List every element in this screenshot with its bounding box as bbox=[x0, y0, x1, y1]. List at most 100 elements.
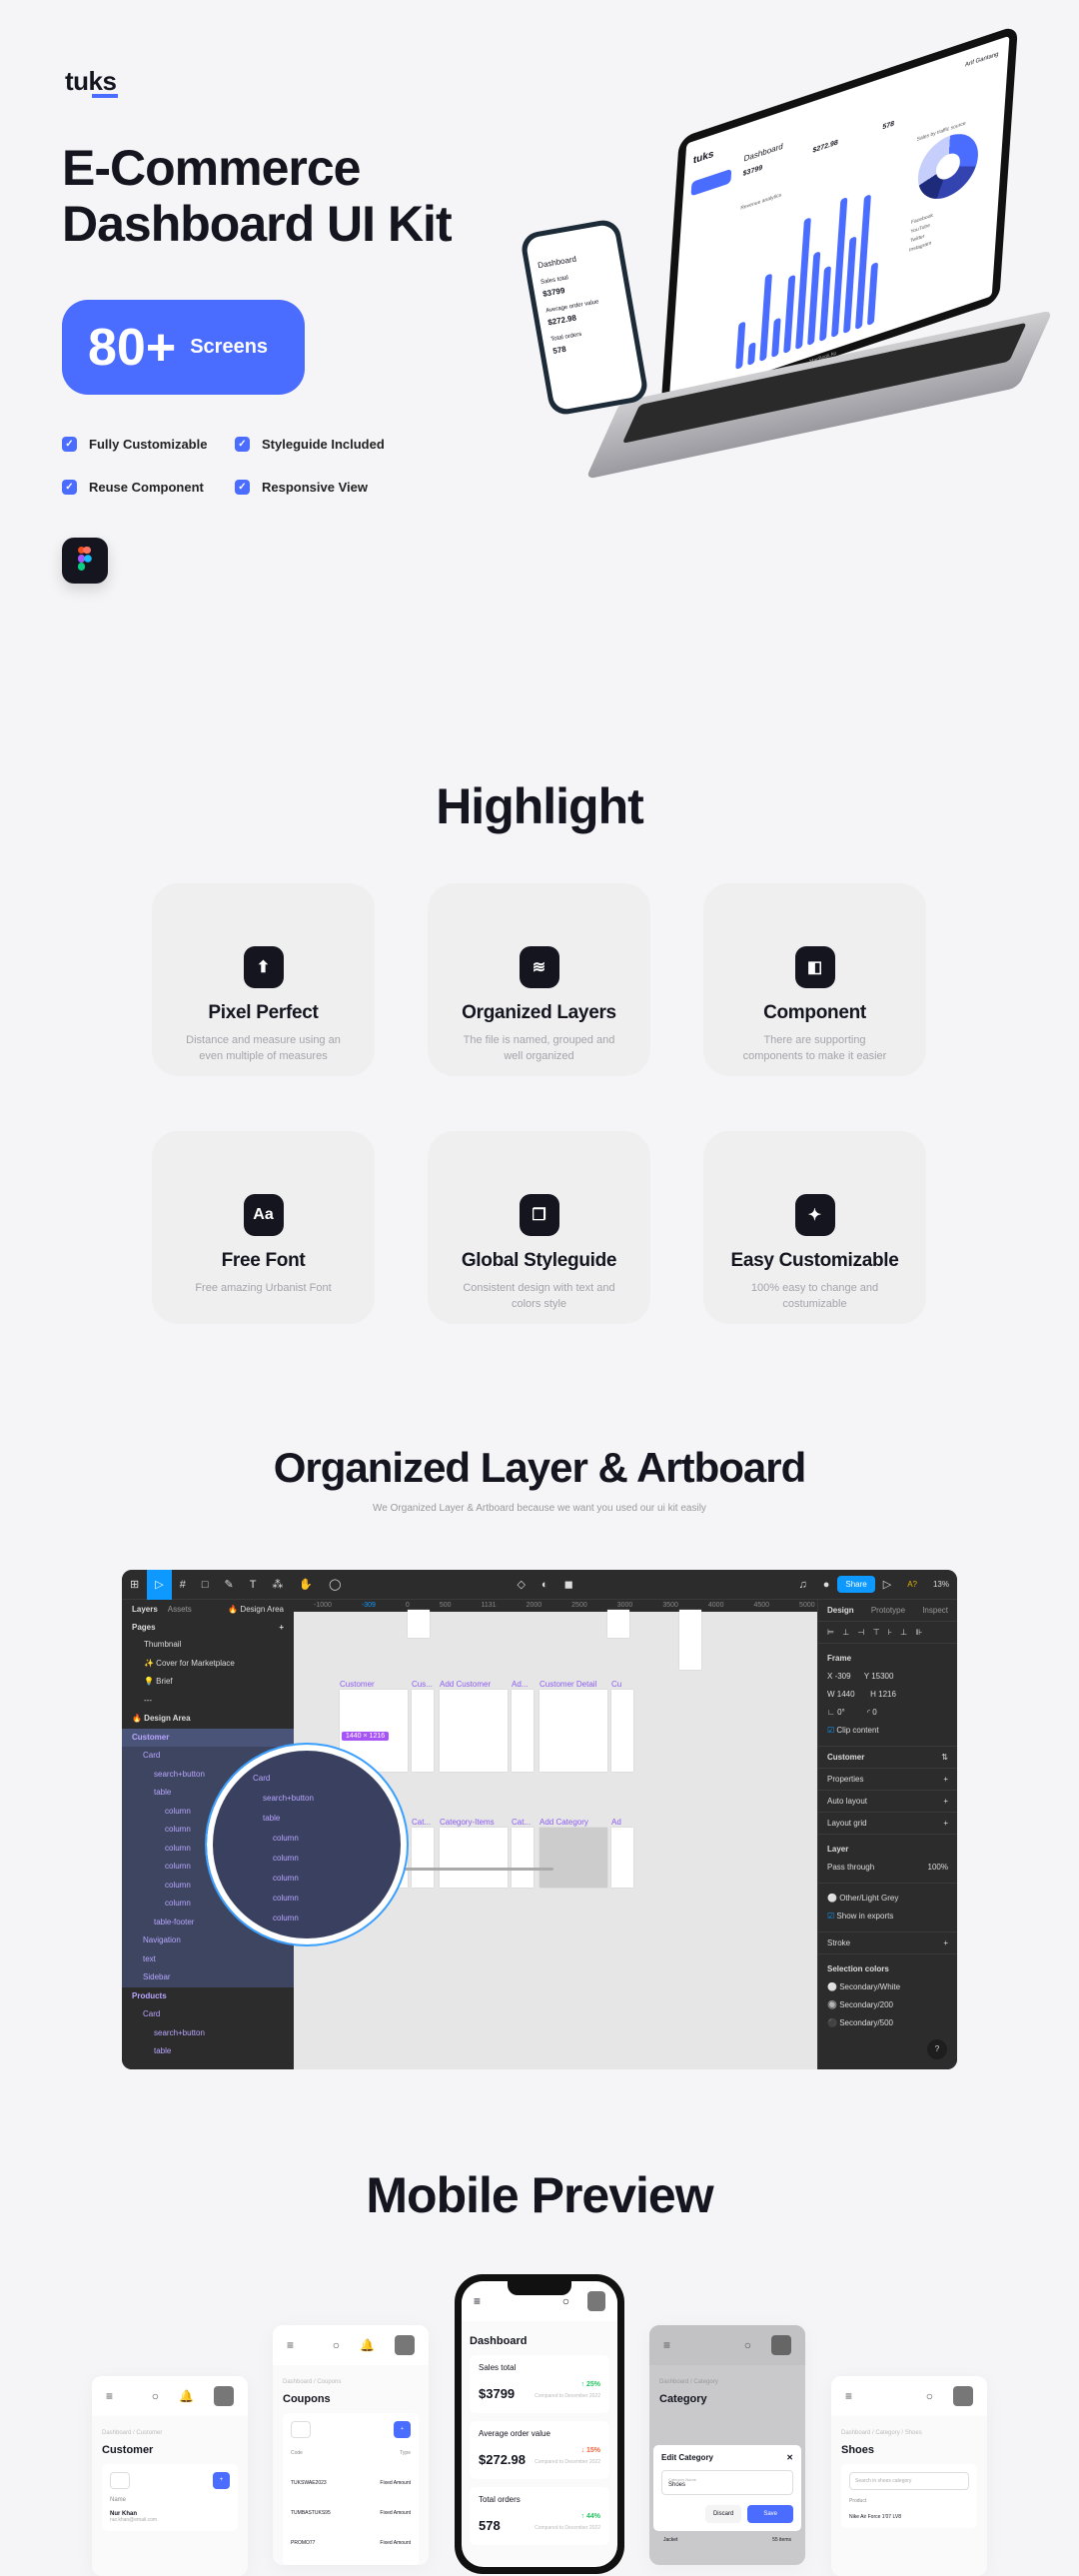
x-field[interactable]: -309 bbox=[835, 1672, 851, 1681]
artboard-frame[interactable] bbox=[440, 1690, 508, 1772]
stat-card: Sales total $3799 ↑ 25% Compared to Decembe… bbox=[470, 2355, 609, 2413]
artboard-frame[interactable] bbox=[440, 1828, 508, 1888]
artboard-frame[interactable] bbox=[611, 1690, 633, 1772]
w-field[interactable]: 1440 bbox=[837, 1690, 855, 1699]
layer-item[interactable]: Sidebar bbox=[122, 1968, 294, 1987]
frame-label[interactable]: Cus... bbox=[412, 1680, 433, 1689]
discard-button[interactable]: Discard bbox=[704, 2505, 742, 2523]
frame-label[interactable]: Customer bbox=[340, 1680, 375, 1689]
page-item[interactable]: 🔥 Design Area bbox=[122, 1710, 294, 1729]
frame-tool-icon[interactable]: # bbox=[172, 1579, 194, 1591]
resources-icon[interactable]: ⁂ bbox=[264, 1578, 291, 1591]
tab-layers[interactable]: Layers bbox=[132, 1605, 158, 1614]
artboard-frame[interactable] bbox=[540, 1828, 607, 1888]
layer-item[interactable]: Card bbox=[122, 2005, 294, 2024]
artboard-frame[interactable] bbox=[611, 1828, 633, 1888]
tab-assets[interactable]: Assets bbox=[168, 1605, 192, 1614]
main-menu-icon[interactable]: ⊞ bbox=[122, 1578, 147, 1591]
share-button[interactable]: Share bbox=[837, 1576, 875, 1593]
ruler-tick: 2500 bbox=[571, 1602, 587, 1609]
auto-layout-section[interactable]: Auto layout bbox=[827, 1797, 867, 1806]
layer-item[interactable]: Products bbox=[122, 1986, 294, 2005]
feature-label: Reuse Component bbox=[89, 480, 204, 495]
headphones-icon[interactable]: ♫ bbox=[790, 1579, 814, 1591]
artboard-frame[interactable] bbox=[512, 1828, 534, 1888]
color-swatch[interactable]: Secondary/White bbox=[839, 1982, 900, 1991]
comment-icon[interactable]: ◯ bbox=[321, 1578, 349, 1591]
layer-item[interactable]: search+button bbox=[122, 2023, 294, 2042]
clip-checkbox[interactable]: ☑ bbox=[827, 1726, 834, 1735]
frame-label[interactable]: Cat... bbox=[512, 1818, 531, 1827]
boolean-icon[interactable]: ◼ bbox=[556, 1578, 581, 1591]
save-button[interactable]: Save bbox=[747, 2505, 793, 2523]
badge-number: 80+ bbox=[88, 318, 177, 377]
check-icon: ✓ bbox=[62, 437, 77, 452]
artboard-frame[interactable] bbox=[408, 1610, 430, 1638]
layer-item[interactable]: table bbox=[122, 2042, 294, 2061]
frame-label[interactable]: Ad bbox=[611, 1818, 621, 1827]
frame-label[interactable]: Cu bbox=[611, 1680, 621, 1689]
play-icon[interactable]: ▷ bbox=[875, 1578, 899, 1591]
page-item[interactable]: ✨ Cover for Marketplace bbox=[122, 1655, 294, 1674]
export-checkbox[interactable]: ☑ bbox=[827, 1912, 834, 1921]
avatar[interactable]: ● bbox=[815, 1579, 838, 1591]
page-item[interactable]: Thumbnail bbox=[122, 1636, 294, 1655]
y-field[interactable]: 15300 bbox=[871, 1672, 893, 1681]
properties-section[interactable]: Properties bbox=[827, 1775, 863, 1784]
brand-logo: tuks bbox=[65, 66, 117, 96]
rotation-field[interactable]: 0° bbox=[837, 1708, 845, 1717]
pointer-icon: ⬆ bbox=[243, 946, 284, 988]
move-tool-icon[interactable]: ▷ bbox=[147, 1570, 172, 1600]
frame-label[interactable]: Add Customer bbox=[440, 1680, 491, 1689]
artboard-frame[interactable] bbox=[607, 1610, 629, 1638]
frame-label[interactable]: Ad... bbox=[512, 1680, 528, 1689]
pen-tool-icon[interactable]: ✎ bbox=[216, 1578, 241, 1591]
add-page-icon[interactable]: + bbox=[279, 1623, 284, 1632]
layout-grid-section[interactable]: Layout grid bbox=[827, 1819, 867, 1828]
tab-inspect[interactable]: Inspect bbox=[922, 1606, 948, 1615]
text-tool-icon[interactable]: T bbox=[242, 1579, 265, 1591]
color-swatch[interactable]: Secondary/500 bbox=[839, 2018, 893, 2027]
shape-tool-icon[interactable]: □ bbox=[194, 1579, 217, 1591]
layer-item[interactable]: Customer bbox=[122, 1728, 294, 1747]
artboard-frame[interactable] bbox=[679, 1610, 701, 1670]
stroke-section[interactable]: Stroke bbox=[827, 1938, 850, 1947]
ruler-tick: 4000 bbox=[707, 1602, 724, 1609]
radius-field[interactable]: 0 bbox=[872, 1708, 876, 1717]
fill-style[interactable]: Other/Light Grey bbox=[839, 1894, 898, 1903]
hand-tool-icon[interactable]: ✋ bbox=[291, 1578, 321, 1591]
add-button[interactable]: + bbox=[213, 2472, 230, 2489]
zoom-select[interactable]: 13% bbox=[925, 1580, 957, 1589]
page-selector[interactable]: 🔥 Design Area bbox=[228, 1605, 284, 1614]
tab-prototype[interactable]: Prototype bbox=[871, 1606, 905, 1615]
frame-label[interactable]: Cat... bbox=[412, 1818, 431, 1827]
artboard-frame[interactable] bbox=[512, 1690, 534, 1772]
page-title: Customer bbox=[102, 2444, 154, 2456]
artboard-frame[interactable] bbox=[540, 1690, 607, 1772]
add-button[interactable]: + bbox=[394, 2421, 411, 2438]
close-icon[interactable]: ✕ bbox=[786, 2453, 793, 2462]
opacity-field[interactable]: 100% bbox=[928, 1859, 948, 1877]
category-name-input[interactable]: Shoes bbox=[668, 2482, 685, 2488]
page-item[interactable]: 💡 Brief bbox=[122, 1673, 294, 1692]
color-swatch[interactable]: Secondary/200 bbox=[839, 2000, 893, 2009]
h-field[interactable]: 1216 bbox=[878, 1690, 896, 1699]
card-desc: There are supporting components to make … bbox=[742, 1034, 887, 1062]
blend-select[interactable]: Pass through bbox=[827, 1859, 874, 1877]
artboard-frame[interactable] bbox=[412, 1690, 434, 1772]
layer-item[interactable]: text bbox=[122, 1950, 294, 1969]
tab-design[interactable]: Design bbox=[827, 1606, 854, 1615]
help-button[interactable]: ? bbox=[927, 2039, 947, 2059]
component-icon[interactable]: ◇ bbox=[509, 1578, 533, 1591]
frame-label[interactable]: Add Category bbox=[540, 1818, 588, 1827]
artboard-frame[interactable] bbox=[412, 1828, 434, 1888]
title-line: Dashboard UI Kit bbox=[62, 196, 453, 252]
align-tools[interactable]: ⊨ ⊥ ⊣ ⊤ ⊦ ⊥ ⊪ bbox=[818, 1622, 957, 1644]
adjust-icon: ⇅ bbox=[941, 1753, 948, 1762]
search-input[interactable]: Search in shoes category bbox=[849, 2472, 969, 2490]
frame-label[interactable]: Category-Items bbox=[440, 1818, 495, 1827]
page-item[interactable]: --- bbox=[122, 1692, 294, 1711]
contrast-icon[interactable]: ◐ bbox=[534, 1579, 556, 1591]
magnifier: Card search+button table column column column… bbox=[205, 1743, 409, 1946]
frame-label[interactable]: Customer Detail bbox=[540, 1680, 596, 1689]
